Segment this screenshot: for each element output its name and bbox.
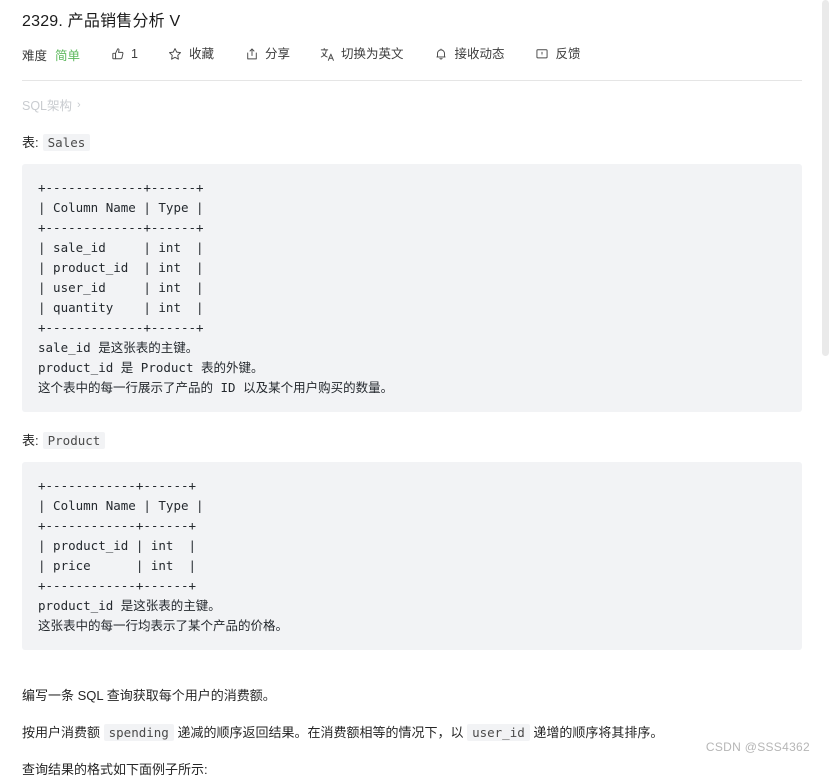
- share-label: 分享: [265, 46, 291, 61]
- ordering-text-c: 递增的顺序将其排序。: [529, 725, 664, 740]
- subscribe-button[interactable]: 接收动态: [434, 47, 505, 62]
- translate-button[interactable]: 切换为英文: [320, 47, 404, 62]
- vertical-scrollbar-track[interactable]: [821, 0, 830, 768]
- page-root: 2329. 产品销售分析 V 难度 简单 1 收藏 分享 切换为英文 接收动态 …: [0, 0, 830, 777]
- code-block-sales: +-------------+------+ | Column Name | T…: [22, 164, 802, 412]
- vertical-scrollbar-thumb[interactable]: [822, 0, 829, 356]
- favorite-label: 收藏: [188, 46, 214, 61]
- page-title: 2329. 产品销售分析 V: [22, 13, 181, 30]
- bell-icon: [434, 47, 449, 62]
- subscribe-label: 接收动态: [454, 46, 505, 61]
- translate-label: 切换为英文: [341, 46, 404, 61]
- problem-statement-line-3: 查询结果的格式如下面例子所示:: [22, 762, 208, 777]
- code-user-id: user_id: [467, 724, 530, 741]
- table-name-product: Product: [42, 432, 106, 449]
- favorite-button[interactable]: 收藏: [168, 47, 214, 62]
- like-count: 1: [131, 46, 138, 61]
- toolbar: 难度 简单 1 收藏 分享 切换为英文 接收动态 反馈: [22, 44, 802, 64]
- thumbs-up-icon: [110, 47, 125, 62]
- problem-statement-line-1: 编写一条 SQL 查询获取每个用户的消费额。: [22, 688, 276, 703]
- watermark: CSDN @SSS4362: [705, 740, 810, 754]
- code-block-product: +------------+------+ | Column Name | Ty…: [22, 462, 802, 650]
- difficulty-label: 难度: [22, 48, 48, 63]
- share-button[interactable]: 分享: [244, 47, 290, 62]
- difficulty-group: 难度 简单: [22, 45, 80, 64]
- feedback-button[interactable]: 反馈: [535, 47, 581, 62]
- ordering-text-a: 按用户消费额: [22, 725, 104, 740]
- chevron-right-icon: ›: [77, 98, 81, 111]
- header-divider: [22, 80, 802, 81]
- share-icon: [244, 47, 259, 62]
- table-caption-label: 表:: [22, 135, 39, 150]
- table-name-sales: Sales: [42, 134, 91, 151]
- problem-statement-line-2: 按用户消费额 spending 递减的顺序返回结果。在消费额相等的情况下，以 u…: [22, 722, 802, 744]
- feedback-label: 反馈: [555, 46, 581, 61]
- code-spending: spending: [103, 724, 174, 741]
- table-caption-sales: 表: Sales: [22, 132, 802, 151]
- feedback-icon: [535, 47, 550, 62]
- difficulty-value: 简单: [55, 48, 81, 63]
- table-caption-product: 表: Product: [22, 430, 802, 449]
- star-icon: [168, 47, 183, 62]
- ordering-text-b: 递减的顺序返回结果。在消费额相等的情况下，以: [173, 725, 468, 740]
- translate-icon: [320, 47, 335, 62]
- breadcrumb[interactable]: SQL架构 ›: [22, 95, 802, 114]
- breadcrumb-item-sql-schema[interactable]: SQL架构: [22, 95, 72, 114]
- table-caption-label: 表:: [22, 433, 39, 448]
- like-button[interactable]: 1: [110, 47, 138, 62]
